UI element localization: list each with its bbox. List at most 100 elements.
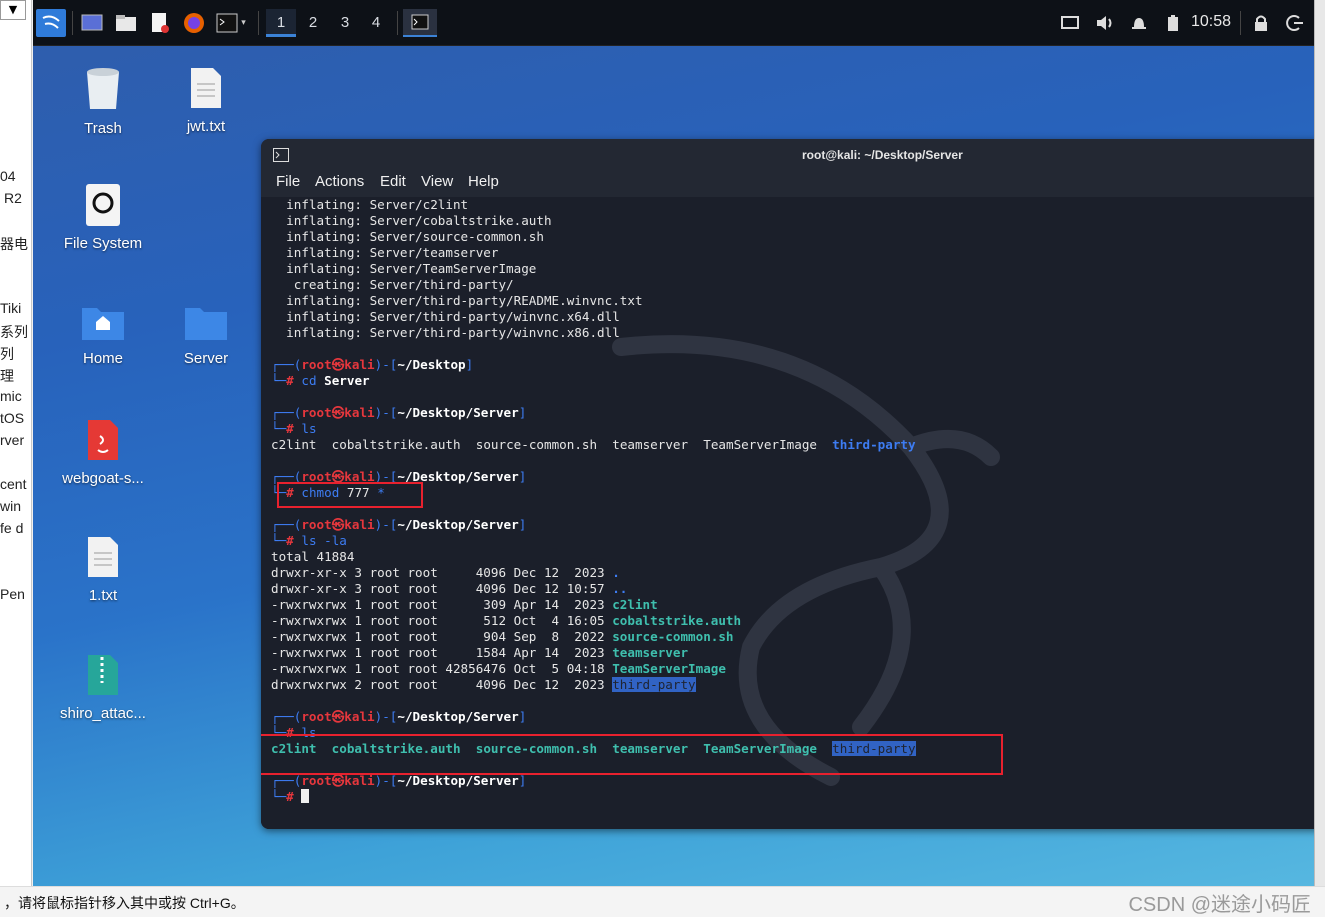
terminal-window[interactable]: root@kali: ~/Desktop/Server File Actions…: [261, 139, 1314, 829]
prompt-line: ┌──(root㉿kali)-[~/Desktop/Server]: [271, 773, 527, 788]
show-desktop-button[interactable]: [79, 9, 105, 37]
desktop-icon-file-system[interactable]: File System: [53, 183, 153, 252]
unzip-line: inflating: Server/c2lint: [271, 197, 469, 212]
host-text: fe d: [0, 520, 24, 536]
annotation-highlight-ls: [261, 734, 1003, 775]
host-text: 04: [0, 168, 16, 184]
desktop-icon-jwt-txt[interactable]: jwt.txt: [156, 66, 256, 135]
lock-screen-button[interactable]: [1251, 9, 1271, 37]
panel-clock[interactable]: 10:58: [1191, 13, 1231, 31]
desktop-icon-label: Trash: [84, 120, 122, 137]
terminal-icon: [273, 148, 289, 162]
java-file-icon: [88, 420, 118, 460]
chevron-down-icon: ▾: [241, 18, 246, 28]
ls-row: -rwxrwxrwx 1 root root 512 Oct 4 16:05 c…: [271, 613, 742, 628]
command-line: └─# ls -la: [271, 533, 347, 548]
desktop-icon-label: jwt.txt: [186, 118, 226, 135]
terminal-titlebar[interactable]: root@kali: ~/Desktop/Server: [261, 139, 1314, 171]
window-title: root@kali: ~/Desktop/Server: [802, 148, 963, 162]
desktop-icon-trash[interactable]: Trash: [53, 66, 153, 137]
volume-button[interactable]: [1094, 9, 1116, 37]
lock-icon: [1255, 15, 1267, 31]
folder-icon: [185, 308, 227, 340]
unzip-line: inflating: Server/TeamServerImage: [271, 261, 537, 276]
workspace-2[interactable]: 2: [298, 9, 328, 37]
menu-actions[interactable]: Actions: [315, 173, 364, 190]
host-text: Pen: [0, 586, 25, 602]
drive-icon: [86, 184, 120, 226]
desktop-icon-webgoat[interactable]: webgoat-s...: [53, 418, 153, 487]
workspace-1[interactable]: 1: [266, 9, 296, 37]
desktop-icon-1-txt[interactable]: 1.txt: [53, 535, 153, 604]
host-status-bar: ，请将鼠标指针移入其中或按 Ctrl+G。 CSDN @迷途小码匠: [0, 886, 1325, 917]
text-editor-icon: [152, 13, 169, 33]
logout-icon: [1286, 15, 1303, 31]
terminal-icon: [411, 14, 429, 30]
workspace-3[interactable]: 3: [330, 9, 360, 37]
file-manager-button[interactable]: [113, 9, 139, 37]
archive-icon: [88, 655, 118, 695]
prompt-line: ┌──(root㉿kali)-[~/Desktop/Server]: [271, 709, 527, 724]
host-text: Tiki: [0, 300, 22, 316]
desktop-icon-label: Server: [183, 350, 229, 367]
desktop-icon-label: File System: [63, 235, 143, 252]
terminal-output[interactable]: inflating: Server/c2lint inflating: Serv…: [261, 197, 1314, 829]
desktop-icon-home[interactable]: Home: [53, 302, 153, 367]
network-button[interactable]: [1059, 9, 1081, 37]
files-icon: [116, 15, 136, 31]
host-scroll-edge: [1314, 0, 1325, 886]
host-sidebar: ▼ 04 R2 器电 Tiki 系列 列 理 mic tOS rver cent…: [0, 0, 32, 886]
host-dropdown[interactable]: ▼: [0, 0, 26, 20]
command-line-current[interactable]: └─#: [271, 789, 310, 805]
terminal-launcher-button[interactable]: ▾: [213, 9, 249, 37]
kali-panel: ▾ 1 2 3 4 10:58: [33, 0, 1314, 46]
ls-row: drwxr-xr-x 3 root root 4096 Dec 12 2023 …: [271, 565, 620, 580]
logout-button[interactable]: [1285, 9, 1305, 37]
firefox-button[interactable]: [181, 9, 207, 37]
firefox-icon: [184, 13, 204, 33]
workspace-4[interactable]: 4: [361, 9, 391, 37]
kali-menu-button[interactable]: [36, 9, 66, 37]
desktop-icon-label: shiro_attac...: [60, 705, 146, 722]
text-file-icon: [191, 68, 221, 108]
menu-edit[interactable]: Edit: [380, 173, 406, 190]
desktop-icon-shiro[interactable]: shiro_attac...: [53, 653, 153, 722]
ls-row: -rwxrwxrwx 1 root root 309 Apr 14 2023 c…: [271, 597, 658, 612]
menu-file[interactable]: File: [276, 173, 300, 190]
prompt-line: ┌──(root㉿kali)-[~/Desktop/Server]: [271, 405, 527, 420]
desktop-icon-server[interactable]: Server: [156, 302, 256, 367]
host-text: 器电: [0, 236, 28, 252]
annotation-highlight-chmod: [277, 482, 423, 508]
menu-view[interactable]: View: [421, 173, 453, 190]
kali-dragon-watermark: [612, 335, 1000, 786]
command-line: └─# cd Server: [271, 373, 370, 388]
panel-separator: [397, 11, 398, 35]
terminal-icon: [216, 13, 238, 33]
battery-button[interactable]: [1164, 9, 1182, 37]
desktop-icon-label: 1.txt: [88, 587, 118, 604]
prompt-line: ┌──(root㉿kali)-[~/Desktop/Server]: [271, 517, 527, 532]
ls-row: -rwxrwxrwx 1 root root 904 Sep 8 2022 so…: [271, 629, 734, 644]
panel-separator: [258, 11, 259, 35]
bell-icon: [1132, 18, 1146, 29]
desktop-icon-label: Home: [82, 350, 123, 367]
chevron-down-icon: ▼: [8, 3, 18, 16]
text-editor-button[interactable]: [147, 9, 173, 37]
notifications-button[interactable]: [1129, 9, 1149, 37]
kali-logo-icon: [42, 15, 60, 29]
unzip-line: inflating: Server/cobaltstrike.auth: [271, 213, 552, 228]
taskbar-terminal-window[interactable]: [403, 9, 437, 37]
host-text: mic: [0, 388, 22, 404]
volume-icon: [1097, 16, 1112, 30]
panel-separator: [72, 11, 73, 35]
panel-separator: [1240, 11, 1241, 35]
terminal-menubar: File Actions Edit View Help: [261, 171, 1314, 197]
unzip-line: inflating: Server/third-party/winvnc.x64…: [271, 309, 620, 324]
prompt-line: ┌──(root㉿kali)-[~/Desktop]: [271, 357, 474, 372]
ls-row: -rwxrwxrwx 1 root root 42856476 Oct 5 04…: [271, 661, 726, 676]
text-file-icon: [88, 537, 118, 577]
unzip-line: inflating: Server/teamserver: [271, 245, 499, 260]
network-icon: [1061, 16, 1079, 29]
ls-row: drwxr-xr-x 3 root root 4096 Dec 12 10:57…: [271, 581, 628, 596]
menu-help[interactable]: Help: [468, 173, 499, 190]
